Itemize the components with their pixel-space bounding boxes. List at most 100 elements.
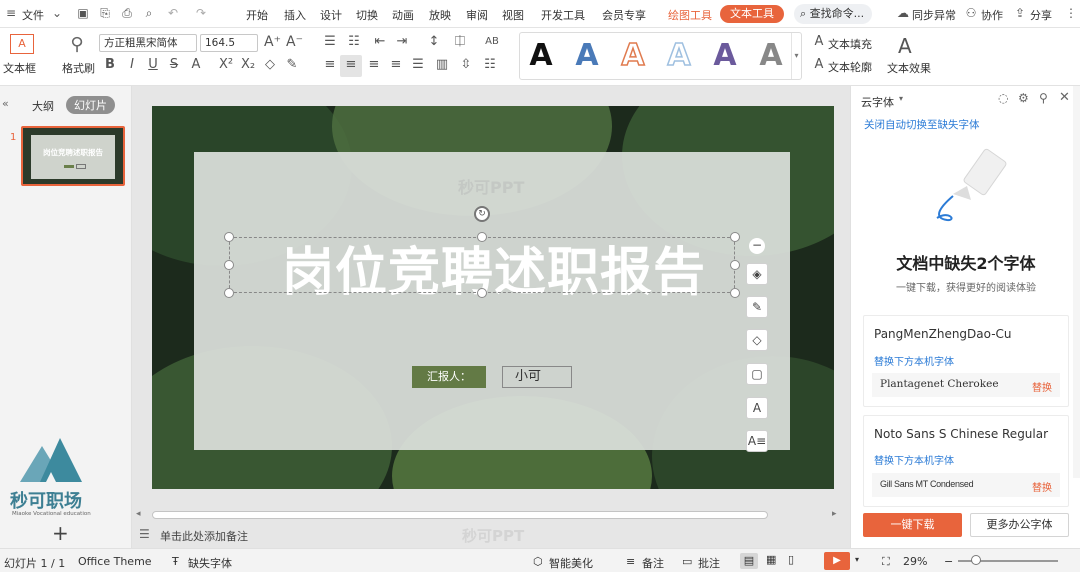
vertical-align-icon[interactable]: ⇳	[458, 58, 474, 74]
slide-thumbnail-1[interactable]: 岗位竞聘述职报告	[21, 126, 125, 186]
preview-icon[interactable]: ⌕	[142, 6, 156, 20]
scroll-right-icon[interactable]: ▸	[832, 509, 837, 519]
font-size-select[interactable]: 164.5	[200, 34, 258, 52]
distribute-icon[interactable]: ☰	[410, 58, 426, 74]
text-style-tool-icon[interactable]: A≡	[746, 430, 768, 452]
tab-outline[interactable]: 大纲	[32, 98, 54, 114]
resize-handle-nw[interactable]	[224, 232, 234, 242]
notes-placeholder[interactable]: 单击此处添加备注	[160, 528, 248, 544]
more-fonts-button[interactable]: 更多办公字体	[970, 513, 1069, 537]
auto-switch-link[interactable]: 关闭自动切换至缺失字体	[864, 117, 980, 132]
resize-handle-sw[interactable]	[224, 288, 234, 298]
columns-icon[interactable]: ▥	[434, 58, 450, 74]
text-fill-icon[interactable]: A	[811, 35, 827, 51]
download-all-button[interactable]: 一键下载	[863, 513, 962, 537]
sorter-view-icon[interactable]: ▦	[766, 553, 776, 566]
clear-format-icon[interactable]: ◇	[262, 58, 278, 74]
char-spacing-icon[interactable]: AB	[484, 35, 500, 51]
panel-scrollbar[interactable]	[1073, 86, 1080, 478]
increase-font-icon[interactable]: A⁺	[264, 35, 281, 51]
text-fill-button[interactable]: 文本填充	[828, 36, 872, 52]
tab-slides[interactable]: 幻灯片	[66, 96, 115, 114]
indent-decrease-icon[interactable]: ⇤	[372, 35, 388, 51]
text-effects-icon[interactable]: A	[898, 34, 912, 58]
zoom-out-icon[interactable]: −	[944, 555, 953, 568]
undo-icon[interactable]: ↶	[166, 6, 180, 20]
pen-icon[interactable]: ✎	[746, 296, 768, 318]
cloud-sync-icon[interactable]: ☁	[896, 6, 910, 20]
collapse-panel-icon[interactable]: «	[2, 97, 9, 110]
line-spacing-icon[interactable]: ↕	[426, 35, 442, 51]
play-slideshow-icon[interactable]: ▶	[824, 552, 850, 570]
subscript-icon[interactable]: X₂	[240, 58, 256, 74]
tab-insert[interactable]: 插入	[284, 7, 306, 23]
collab-button[interactable]: 协作	[981, 7, 1003, 23]
panel-header[interactable]: 云字体	[861, 94, 894, 110]
file-menu[interactable]: 文件	[22, 7, 44, 23]
close-icon[interactable]: ✕	[1059, 90, 1070, 105]
horizontal-scrollbar[interactable]	[152, 511, 768, 519]
title-textbox-selection[interactable]	[229, 237, 735, 293]
number-list-icon[interactable]: ☷	[346, 35, 362, 51]
tab-transition[interactable]: 切换	[356, 7, 378, 23]
zoom-slider-thumb[interactable]	[971, 555, 981, 565]
highlight-icon[interactable]: ✎	[284, 58, 300, 74]
superscript-icon[interactable]: X²	[218, 58, 234, 74]
align-left-icon[interactable]: ≡	[322, 58, 338, 74]
text-effects-button[interactable]: 文本效果	[887, 60, 931, 76]
underline-icon[interactable]: U	[145, 58, 161, 74]
collab-icon[interactable]: ⚇	[964, 6, 978, 20]
resize-handle-ne[interactable]	[730, 232, 740, 242]
layers-icon[interactable]: ◈	[746, 263, 768, 285]
zoom-level[interactable]: 29%	[903, 555, 927, 568]
text-outline-button[interactable]: 文本轮廓	[828, 59, 872, 75]
tab-home[interactable]: 开始	[246, 7, 268, 23]
tab-drawing-tools[interactable]: 绘图工具	[668, 7, 712, 23]
tab-developer[interactable]: 开发工具	[541, 7, 585, 23]
notes-button[interactable]: 备注	[642, 555, 664, 571]
chat-icon[interactable]: ◌	[998, 91, 1008, 105]
local-font-row[interactable]: Gill Sans MT Condensed 替换	[872, 473, 1060, 497]
replace-button[interactable]: 替换	[1032, 479, 1052, 494]
gear-icon[interactable]: ⚙	[1018, 91, 1029, 105]
textbox-label[interactable]: 文本框	[3, 60, 36, 76]
tab-animation[interactable]: 动画	[392, 7, 414, 23]
indent-increase-icon[interactable]: ⇥	[394, 35, 410, 51]
menu-icon[interactable]: ≡	[4, 6, 18, 20]
tab-view[interactable]: 视图	[502, 7, 524, 23]
redo-icon[interactable]: ↷	[194, 6, 208, 20]
tab-design[interactable]: 设计	[320, 7, 342, 23]
missing-font-status[interactable]: 缺失字体	[188, 555, 232, 571]
style-a-orange[interactable]: A	[616, 36, 650, 76]
list-style-icon[interactable]: ☷	[482, 58, 498, 74]
bullet-list-icon[interactable]: ☰	[322, 35, 338, 51]
save-icon[interactable]: ▣	[76, 6, 90, 20]
rotate-handle-icon[interactable]: ↻	[474, 206, 490, 222]
format-brush-icon[interactable]: ⚲	[68, 34, 86, 56]
resize-handle-e[interactable]	[730, 260, 740, 270]
sync-status[interactable]: 同步异常	[912, 7, 956, 23]
text-outline-icon[interactable]: A	[811, 58, 827, 74]
share-button[interactable]: 分享	[1030, 7, 1052, 23]
fill-icon[interactable]: ◇	[746, 329, 768, 351]
reading-view-icon[interactable]: ▯	[788, 553, 794, 566]
border-icon[interactable]: ▢	[746, 363, 768, 385]
style-a-black[interactable]: A	[524, 36, 558, 76]
tab-text-tools[interactable]: 文本工具	[720, 5, 784, 23]
decrease-font-icon[interactable]: A⁻	[286, 35, 303, 51]
panel-header-dropdown-icon[interactable]: ▾	[899, 94, 903, 103]
font-color-tool-icon[interactable]: A	[746, 397, 768, 419]
command-search[interactable]: ⌕ 查找命令...	[794, 4, 872, 24]
style-a-gray[interactable]: A	[754, 36, 788, 76]
resize-handle-n[interactable]	[477, 232, 487, 242]
chevron-down-icon[interactable]: ⌄	[50, 6, 64, 20]
italic-icon[interactable]: I	[124, 58, 140, 74]
tab-member[interactable]: 会员专享	[602, 7, 646, 23]
resize-handle-w[interactable]	[224, 260, 234, 270]
tab-review[interactable]: 审阅	[466, 7, 488, 23]
font-color-icon[interactable]: A	[188, 58, 204, 74]
textbox-icon[interactable]: A	[10, 34, 34, 54]
style-a-light-blue[interactable]: A	[662, 36, 696, 76]
more-icon[interactable]: ⋮	[1064, 6, 1078, 20]
local-font-row[interactable]: Plantagenet Cherokee 替换	[872, 373, 1060, 397]
